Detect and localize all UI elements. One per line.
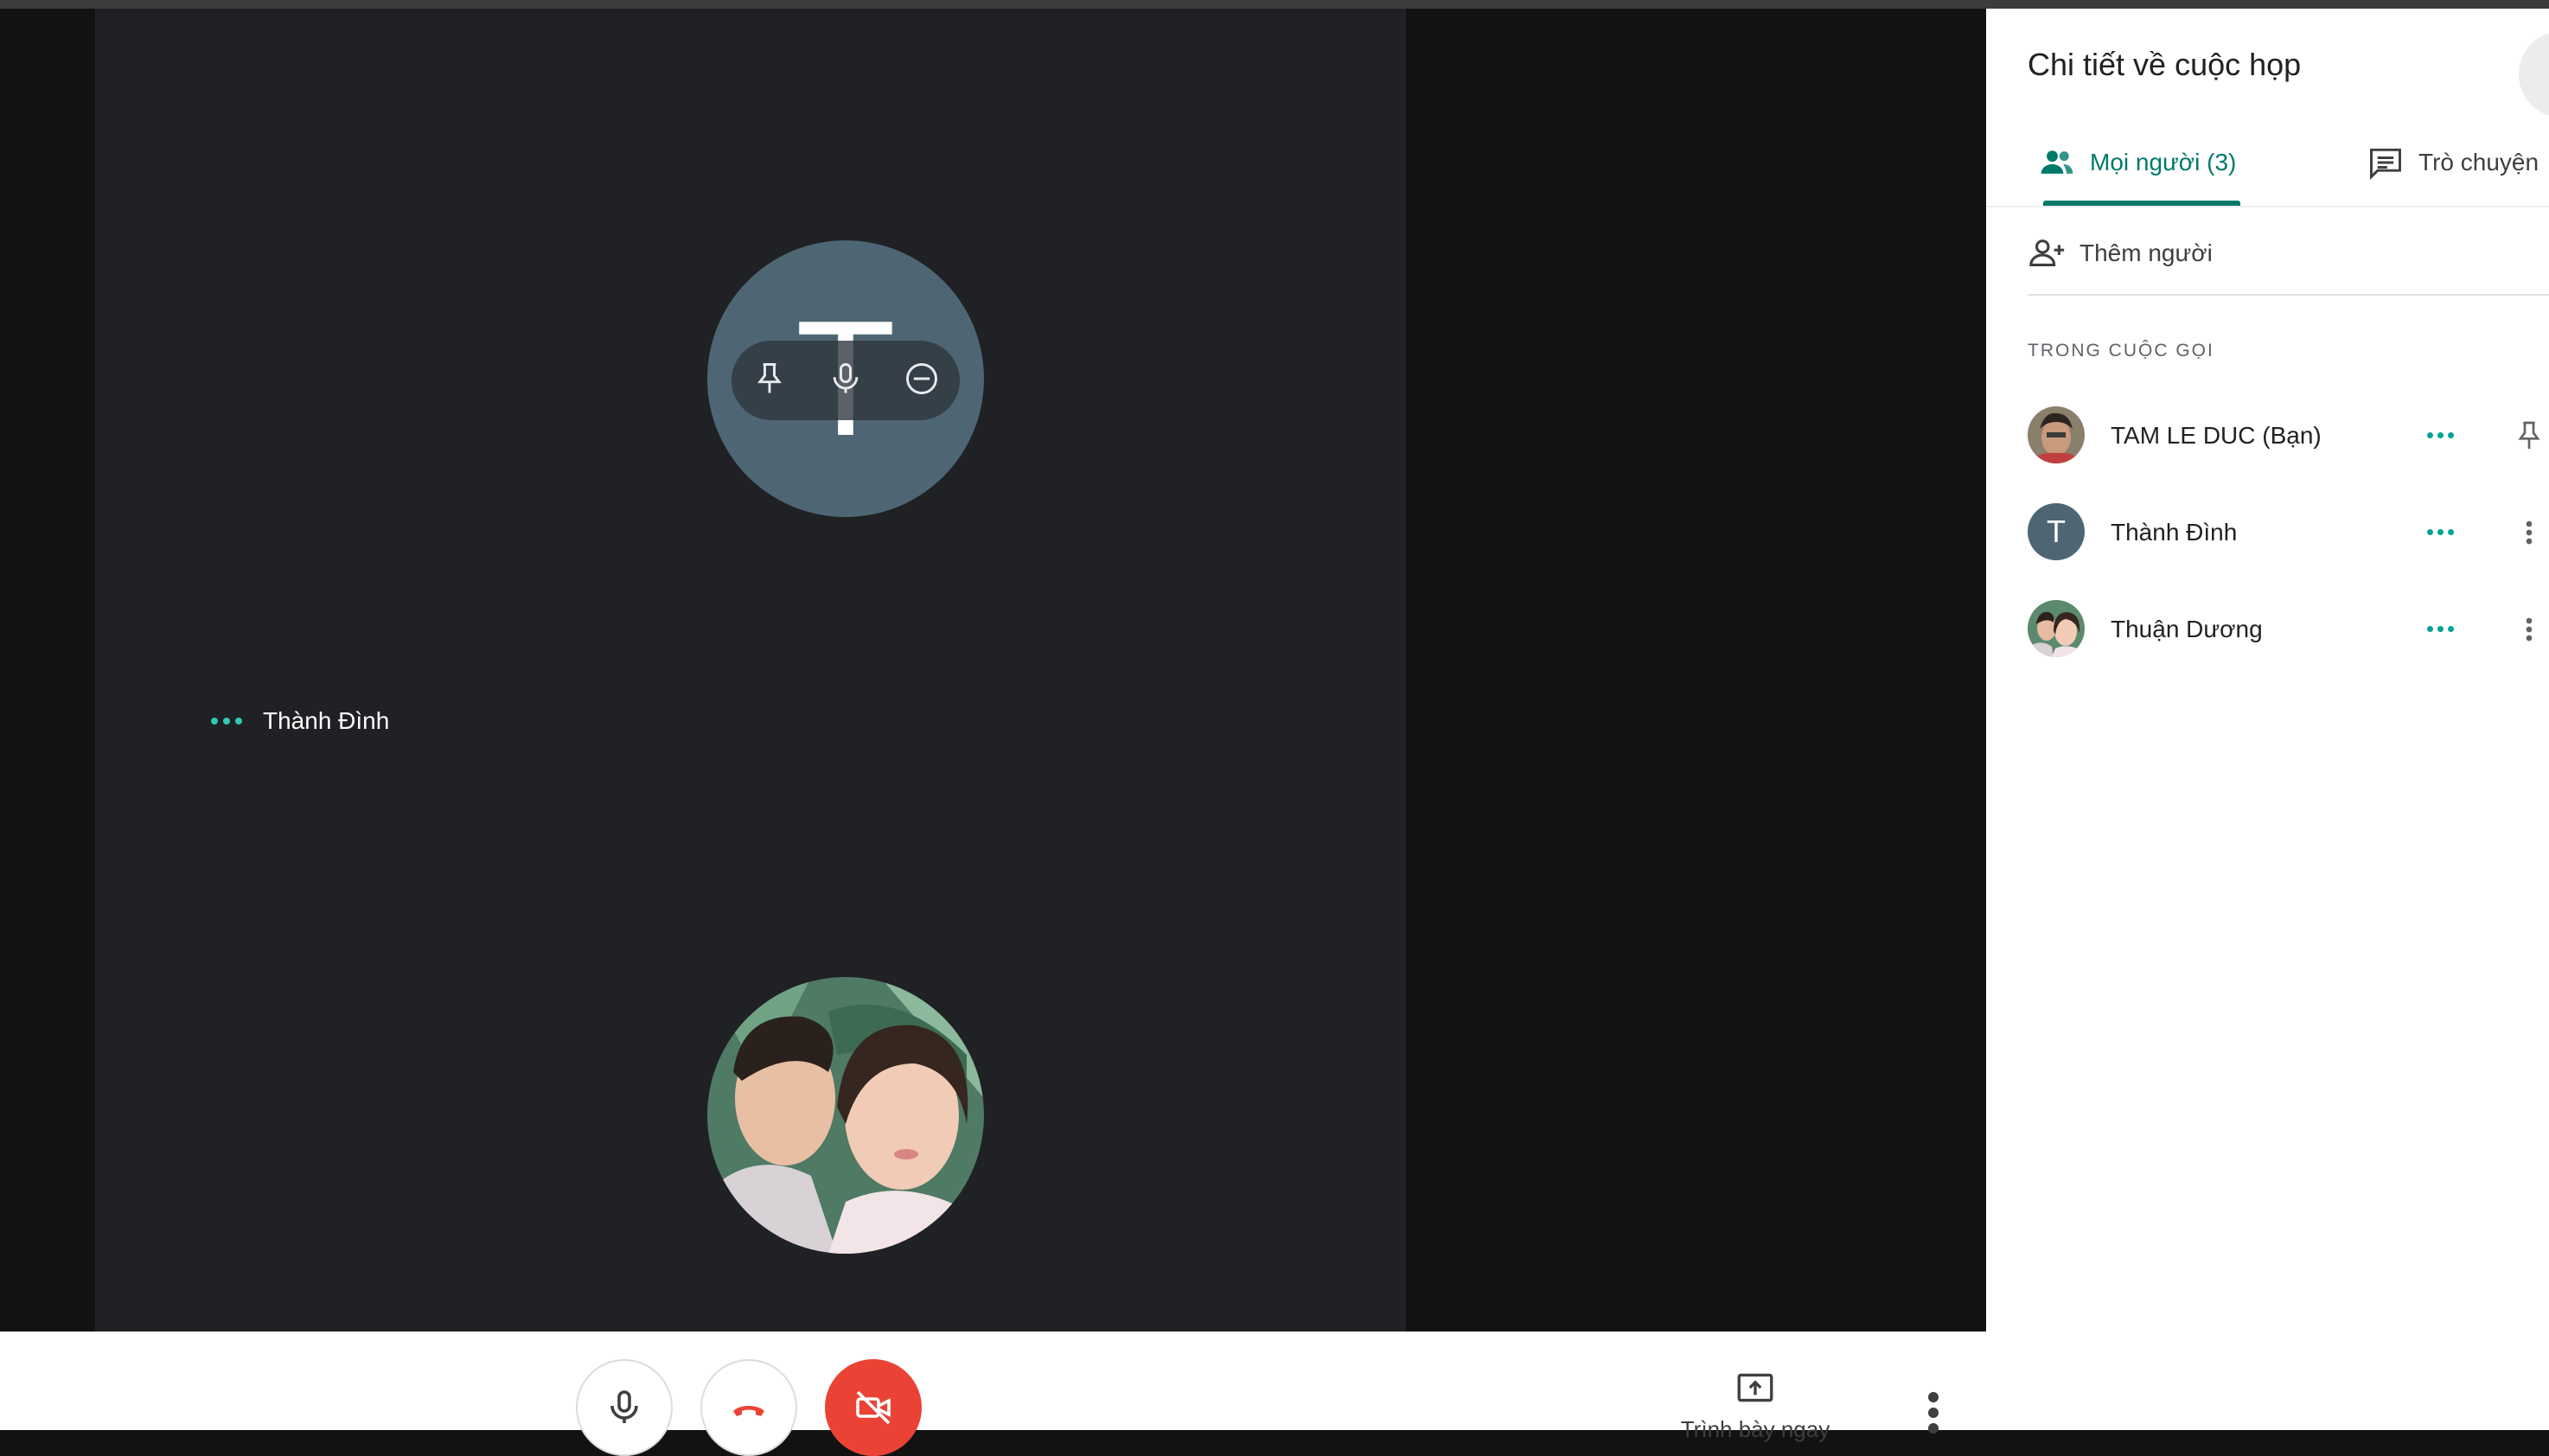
- speaking-indicator-icon: [2427, 529, 2454, 535]
- participant-row[interactable]: Thuận Dương: [2028, 600, 2549, 661]
- chat-icon: [2370, 148, 2401, 181]
- pin-icon[interactable]: [2512, 415, 2546, 457]
- tile-name-label: Thành Đình: [211, 704, 389, 738]
- avatar-initial: T: [2047, 514, 2066, 549]
- self-view-photo: [707, 977, 984, 1254]
- end-call-button[interactable]: [700, 1359, 797, 1456]
- divider: [1986, 206, 2549, 208]
- participant-row[interactable]: TAM LE DUC (Bạn): [2028, 406, 2549, 467]
- avatar: [2028, 406, 2085, 463]
- present-now-label: Trình bày ngay: [1680, 1416, 1830, 1442]
- tab-people[interactable]: Mọi người (3): [2038, 138, 2236, 187]
- meeting-details-panel: Chi tiết về cuộc họp Mọi người (3) Trò c…: [1986, 9, 2549, 1430]
- call-end-icon: [733, 1406, 764, 1416]
- camera-toggle-button[interactable]: [825, 1359, 922, 1456]
- add-people-button[interactable]: Thêm người: [2028, 233, 2213, 273]
- avatar: [2028, 600, 2085, 657]
- present-to-all-icon: [1737, 1373, 1773, 1402]
- participant-row[interactable]: T Thành Đình: [2028, 503, 2549, 564]
- in-call-section-label: TRONG CUỘC GỌI: [2028, 341, 2214, 361]
- videocam-off-icon: [856, 1390, 891, 1425]
- pin-button[interactable]: [751, 360, 789, 402]
- mic-icon: [610, 1390, 638, 1423]
- speaking-indicator-icon: [2427, 626, 2454, 632]
- more-vert-icon[interactable]: [2512, 512, 2546, 553]
- participant-name: TAM LE DUC (Bạn): [2111, 422, 2322, 449]
- remove-participant-button[interactable]: [903, 360, 941, 402]
- tab-people-label: Mọi người (3): [2090, 149, 2237, 176]
- remove-circle-icon: [906, 362, 937, 394]
- tile-participant-name: Thành Đình: [263, 707, 390, 734]
- pin-icon: [757, 362, 782, 393]
- mic-icon: [833, 362, 859, 393]
- panel-title: Chi tiết về cuộc họp: [2028, 47, 2302, 82]
- microphone-button[interactable]: [576, 1359, 673, 1456]
- tab-chat-label: Trò chuyện: [2418, 149, 2539, 176]
- tab-chat[interactable]: Trò chuyện: [2367, 138, 2539, 187]
- add-people-label: Thêm người: [2079, 239, 2213, 266]
- call-controls-bar: Trình bày ngay: [0, 1331, 1986, 1456]
- present-now-button[interactable]: Trình bày ngay: [1669, 1366, 1842, 1443]
- mute-participant-button[interactable]: [827, 360, 865, 402]
- video-stage: T Thành Đình: [0, 9, 1986, 1331]
- close-panel-button[interactable]: [2519, 31, 2549, 118]
- avatar: T: [2028, 503, 2085, 560]
- window-top-border: [0, 0, 2549, 9]
- tile-hover-controls: [731, 341, 960, 420]
- participant-name: Thành Đình: [2111, 519, 2238, 546]
- more-options-icon[interactable]: [1916, 1387, 1951, 1439]
- person-add-icon: [2029, 239, 2065, 266]
- speaking-indicator-icon: [211, 718, 242, 725]
- speaking-indicator-icon: [2427, 432, 2454, 438]
- more-vert-icon[interactable]: [2512, 609, 2546, 650]
- participant-name: Thuận Dương: [2111, 616, 2263, 642]
- people-icon: [2041, 150, 2073, 174]
- divider: [2028, 294, 2549, 296]
- participant-tile[interactable]: T Thành Đình: [95, 9, 1406, 1331]
